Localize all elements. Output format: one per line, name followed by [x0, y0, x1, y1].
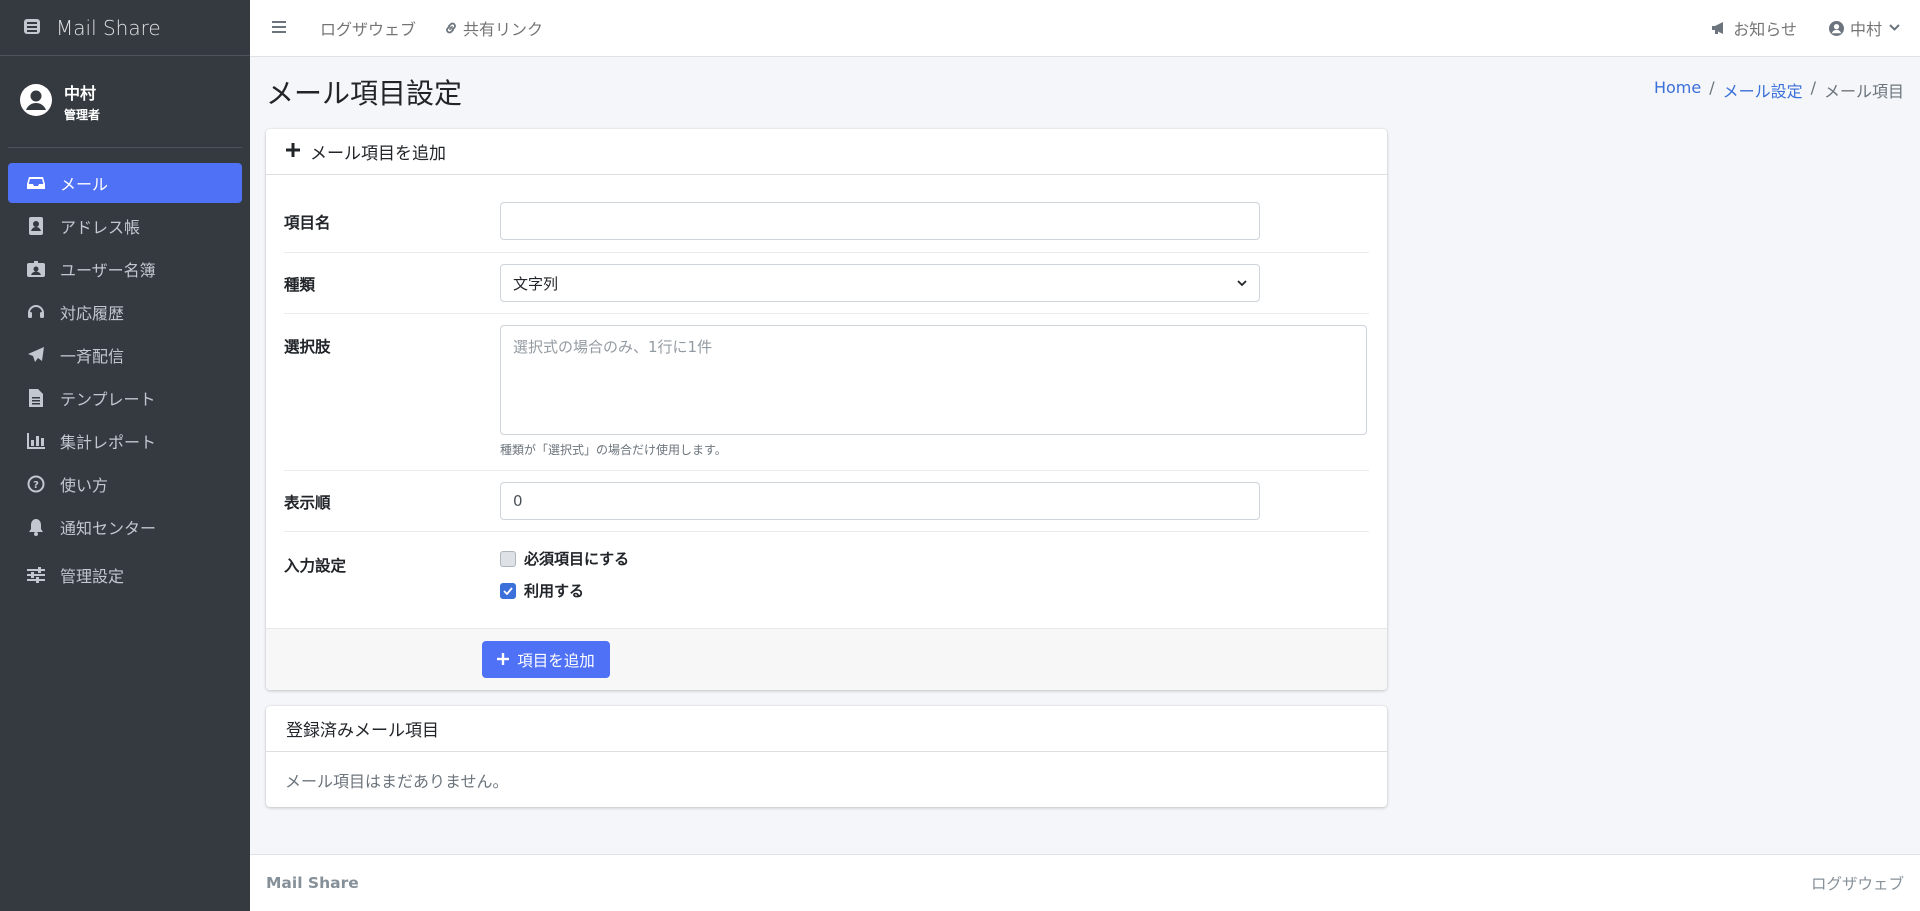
add-item-card-header: メール項目を追加 — [266, 129, 1387, 175]
svg-text:?: ? — [33, 480, 39, 491]
mail-box-icon — [22, 16, 42, 40]
options-textarea[interactable]: 選択式の場合のみ、1行に1件 — [500, 325, 1367, 435]
user-name: 中村 — [64, 84, 97, 103]
form-row-options: 選択肢 選択式の場合のみ、1行に1件 種類が「選択式」の場合だけ使用します。 — [284, 314, 1369, 471]
sidebar-item-label: 集計レポート — [60, 433, 157, 452]
sidebar-item-notifications[interactable]: 通知センター — [8, 507, 242, 547]
headset-icon — [26, 302, 46, 322]
type-label: 種類 — [284, 276, 316, 294]
brand[interactable]: Mail Share — [0, 0, 250, 56]
footer-right-text: ログザウェブ — [1810, 875, 1904, 893]
bell-icon — [26, 517, 46, 537]
sidebar-item-label: 通知センター — [60, 519, 157, 538]
registered-items-card: 登録済みメール項目 メール項目はまだありません。 — [266, 706, 1387, 807]
notice-label: お知らせ — [1733, 20, 1797, 39]
sidebar-item-label: 管理設定 — [60, 567, 125, 586]
plus-icon — [497, 651, 510, 669]
user-circle-icon — [1828, 20, 1844, 36]
user-panel[interactable]: 中村 管理者 — [8, 56, 242, 148]
add-item-card-footer: 項目を追加 — [266, 628, 1387, 690]
nav-link-shared-links[interactable]: 共有リンク — [444, 16, 543, 40]
breadcrumb-current: メール項目 — [1823, 82, 1904, 101]
sliders-icon — [26, 565, 46, 585]
hamburger-menu-icon[interactable] — [272, 19, 292, 38]
user-role: 管理者 — [64, 108, 101, 122]
sidebar-item-admin-settings[interactable]: 管理設定 — [8, 555, 242, 595]
sidebar-nav: メール アドレス帳 ユーザー名簿 対応履歴 一斉配信 テンプレート 集計レポート… — [0, 148, 250, 595]
breadcrumb-separator: / — [1810, 78, 1816, 97]
paper-plane-icon — [26, 345, 46, 365]
sidebar-item-label: 使い方 — [60, 476, 109, 495]
sidebar-item-label: メール — [60, 175, 109, 194]
name-label: 項目名 — [284, 214, 331, 232]
add-item-card-title: メール項目を追加 — [310, 144, 446, 164]
form-row-type: 種類 文字列 — [284, 253, 1369, 314]
footer-brand: Mail Share — [266, 874, 359, 892]
form-row-name: 項目名 — [284, 175, 1369, 253]
link-icon — [444, 21, 458, 35]
sidebar-item-broadcast[interactable]: 一斉配信 — [8, 335, 242, 375]
bullhorn-icon — [1711, 21, 1727, 35]
sidebar-item-help[interactable]: ? 使い方 — [8, 464, 242, 504]
page-title: メール項目設定 — [266, 77, 463, 110]
add-item-button[interactable]: 項目を追加 — [482, 641, 610, 678]
form-row-input-settings: 入力設定 必須項目にする 利用する — [284, 532, 1369, 612]
address-book-icon — [26, 216, 46, 236]
order-input[interactable]: 0 — [500, 482, 1260, 520]
chevron-down-icon — [1889, 24, 1900, 32]
chart-bar-icon — [26, 431, 46, 451]
sidebar-item-user-roster[interactable]: ユーザー名簿 — [8, 249, 242, 289]
nav-link-logzaweb[interactable]: ログザウェブ — [320, 16, 416, 40]
enabled-checkbox[interactable]: 利用する — [500, 580, 584, 601]
empty-state-text: メール項目はまだありません。 — [285, 772, 509, 791]
sidebar-item-template[interactable]: テンプレート — [8, 378, 242, 418]
plus-icon — [286, 142, 300, 162]
breadcrumb: Home / メール設定 / メール項目 — [1654, 78, 1904, 102]
sidebar: Mail Share 中村 管理者 メール アドレス帳 ユーザー名簿 対応履歴 — [0, 0, 250, 911]
inbox-icon — [26, 173, 46, 193]
type-selected-value: 文字列 — [513, 274, 559, 293]
sidebar-item-mail[interactable]: メール — [8, 163, 242, 203]
file-icon — [26, 388, 46, 408]
add-item-card: メール項目を追加 項目名 種類 文字列 選択肢 選択式の場合のみ、1行に1件 種… — [266, 129, 1387, 690]
checkbox-unchecked[interactable] — [500, 550, 516, 567]
enabled-checkbox-label: 利用する — [524, 582, 585, 600]
sidebar-item-label: テンプレート — [60, 390, 156, 409]
question-circle-icon: ? — [26, 474, 46, 494]
sidebar-item-label: 一斉配信 — [60, 347, 125, 366]
top-navbar: ログザウェブ 共有リンク お知らせ 中村 — [250, 0, 1920, 57]
input-settings-label: 入力設定 — [284, 557, 347, 575]
add-item-button-label: 項目を追加 — [517, 651, 595, 670]
options-help-text: 種類が「選択式」の場合だけ使用します。 — [500, 443, 727, 457]
sidebar-item-label: ユーザー名簿 — [60, 261, 156, 280]
registered-items-header: 登録済みメール項目 — [266, 706, 1387, 752]
id-badge-icon — [26, 259, 46, 279]
sidebar-item-report[interactable]: 集計レポート — [8, 421, 242, 461]
sidebar-item-address-book[interactable]: アドレス帳 — [8, 206, 242, 246]
breadcrumb-mail-settings[interactable]: メール設定 — [1723, 78, 1803, 102]
brand-name: Mail Share — [56, 15, 161, 40]
required-checkbox[interactable]: 必須項目にする — [500, 548, 629, 569]
user-avatar-icon — [20, 83, 52, 120]
shared-links-label: 共有リンク — [463, 20, 544, 39]
name-input[interactable] — [500, 202, 1260, 240]
content-header: メール項目設定 Home / メール設定 / メール項目 — [266, 70, 1904, 110]
breadcrumb-home[interactable]: Home — [1654, 78, 1701, 102]
required-checkbox-label: 必須項目にする — [524, 550, 630, 568]
chevron-down-icon — [1237, 279, 1247, 287]
footer: Mail Share ログザウェブ — [250, 854, 1920, 911]
sidebar-item-label: 対応履歴 — [60, 304, 125, 323]
user-menu[interactable]: 中村 — [1828, 16, 1900, 40]
order-label: 表示順 — [284, 494, 331, 512]
sidebar-item-label: アドレス帳 — [60, 218, 141, 237]
breadcrumb-separator: / — [1709, 78, 1715, 97]
sidebar-item-history[interactable]: 対応履歴 — [8, 292, 242, 332]
options-label: 選択肢 — [284, 338, 331, 356]
notice-link[interactable]: お知らせ — [1711, 16, 1797, 40]
user-menu-label: 中村 — [1849, 20, 1882, 39]
check-icon — [503, 586, 513, 595]
checkbox-checked[interactable] — [500, 582, 516, 599]
form-row-order: 表示順 0 — [284, 471, 1369, 532]
type-select[interactable]: 文字列 — [500, 264, 1260, 302]
